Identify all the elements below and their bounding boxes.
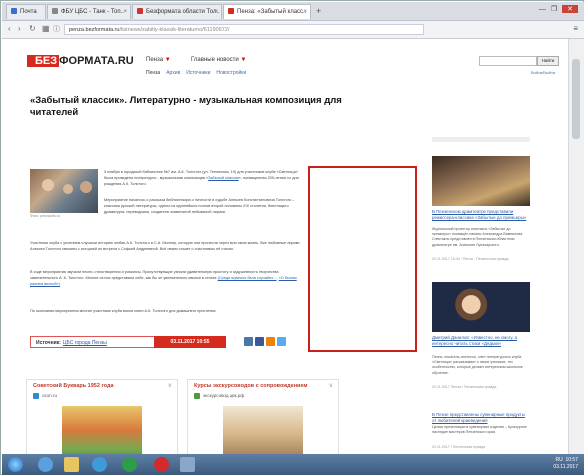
site-favicon-icon bbox=[228, 8, 234, 15]
caret-down-icon: ▼ bbox=[164, 57, 171, 63]
scrollbar-thumb[interactable] bbox=[572, 59, 580, 139]
vertical-scrollbar[interactable] bbox=[568, 39, 584, 454]
chevron-down-icon[interactable]: ∨ bbox=[168, 382, 172, 389]
menu-icon[interactable]: ≡ bbox=[573, 24, 578, 33]
app-icon[interactable] bbox=[122, 457, 137, 472]
main-news-menu[interactable]: Главные новости ▼ bbox=[191, 57, 246, 63]
subnav-item[interactable]: Пенза bbox=[146, 70, 160, 76]
photo-caption: Фото: penzacbs.ru bbox=[30, 214, 60, 218]
clock-time[interactable]: 10:57 bbox=[565, 457, 578, 463]
card-image[interactable] bbox=[62, 406, 142, 460]
site-favicon-icon bbox=[137, 8, 143, 15]
card-title[interactable]: Советский Букварь 1952 года bbox=[33, 383, 114, 389]
windows-taskbar: RU 10:57 03.11.2017 bbox=[2, 454, 584, 475]
window-controls: — ❐ ✕ bbox=[534, 5, 578, 13]
publish-date: 03.11.2017 10:55 bbox=[154, 336, 226, 348]
language-indicator[interactable]: RU bbox=[555, 457, 562, 463]
start-button-icon[interactable] bbox=[8, 457, 23, 472]
grid-icon[interactable]: ▦ bbox=[42, 24, 50, 33]
subnav-item[interactable]: Источники bbox=[186, 70, 210, 76]
sidebar-news-image[interactable] bbox=[432, 156, 530, 206]
reload-icon[interactable]: ↻ bbox=[29, 24, 36, 33]
site-favicon-icon bbox=[52, 8, 58, 15]
subnav-item[interactable]: Новостройки bbox=[216, 70, 246, 76]
article-paragraph: 3 ноября в городской библиотеке №7 им. А… bbox=[104, 170, 299, 187]
search-input[interactable] bbox=[479, 56, 537, 66]
source-link[interactable]: ЦБС города Пензы bbox=[63, 340, 107, 346]
article-photo[interactable] bbox=[30, 169, 98, 213]
twitter-share-icon[interactable] bbox=[277, 337, 286, 346]
login-link[interactable]: Войти/Выйти bbox=[531, 70, 555, 75]
sidebar-news-link[interactable]: В Пензенском драмтеатре представили режи… bbox=[432, 209, 530, 220]
tab-bar: Почта ФБУ ЦБС - Танк - Топ.. × Безформата… bbox=[2, 2, 584, 21]
app-window-icon[interactable] bbox=[180, 457, 195, 472]
browser-window: Почта ФБУ ЦБС - Танк - Топ.. × Безформата… bbox=[0, 0, 584, 475]
media-player-icon[interactable] bbox=[92, 457, 107, 472]
tab-mail[interactable]: Почта bbox=[6, 4, 46, 19]
sidebar-news-date: 03.11.2017 10:44 / Пенза - Пензенская пр… bbox=[432, 257, 509, 261]
close-window-icon[interactable]: ✕ bbox=[562, 5, 578, 13]
address-bar: ‹ › ↻ ▦ ⓘ penza.bezformata.ru/listnews/z… bbox=[2, 21, 584, 39]
article-title: «Забытый классик». Литературно - музыкал… bbox=[30, 95, 342, 118]
card-domain: ozon.ru bbox=[42, 393, 58, 398]
card-title[interactable]: Курсы экскурсоводов с сопровождением bbox=[194, 383, 308, 389]
chevron-down-icon[interactable]: ∨ bbox=[329, 382, 333, 389]
sidebar-news-date: 03.11.2017 / Пензенская правда bbox=[432, 445, 486, 449]
article-paragraph: Мероприятие началось с рассказа библиоте… bbox=[104, 198, 295, 215]
clock-date: 03.11.2017 bbox=[553, 464, 578, 470]
close-tab-icon[interactable]: × bbox=[123, 5, 127, 19]
recommendation-card[interactable]: Советский Букварь 1952 года ∨ ozon.ru bbox=[26, 379, 178, 461]
system-tray[interactable]: RU 10:57 03.11.2017 bbox=[553, 457, 578, 471]
facebook-share-icon[interactable] bbox=[255, 337, 264, 346]
close-tab-icon[interactable]: × bbox=[303, 5, 307, 19]
vk-share-icon[interactable] bbox=[244, 337, 253, 346]
card-image[interactable] bbox=[223, 406, 303, 460]
city-selector[interactable]: Пенза ▼ bbox=[146, 57, 171, 63]
maximize-icon[interactable]: ❐ bbox=[551, 5, 557, 13]
sidebar-header bbox=[432, 137, 530, 142]
minimize-icon[interactable]: — bbox=[539, 6, 546, 13]
mail-favicon-icon bbox=[11, 8, 17, 15]
sidebar-news-text: Песни, писатель-поэтесса, член литератур… bbox=[432, 355, 523, 375]
article-inline-link[interactable]: (Среди шумного бала случайно... bbox=[218, 276, 277, 280]
article-inline-link[interactable]: Забытый классик bbox=[208, 176, 239, 180]
sidebar-news-text: Целью презентации в сувенирные изделия –… bbox=[432, 425, 527, 435]
subnav-item[interactable]: Архив bbox=[166, 70, 180, 76]
ie-icon[interactable] bbox=[38, 457, 53, 472]
article-paragraph: В ходе мероприятия звучали песни, стихот… bbox=[30, 270, 297, 287]
sidebar-news-link[interactable]: Дмитрий Данилов: «Известно, не смогу, а … bbox=[432, 335, 530, 346]
sidebar-news-link[interactable]: В Пензе представлены сувенирные продукты… bbox=[432, 412, 530, 423]
caret-down-icon: ▼ bbox=[240, 57, 247, 63]
sub-navigation: Пенза Архив Источники Новостройки bbox=[146, 70, 252, 76]
opera-icon[interactable] bbox=[154, 457, 169, 472]
article-paragraph: Участники клуба с упоением слушали истор… bbox=[30, 241, 300, 252]
advertisement-frame[interactable] bbox=[308, 166, 417, 352]
sidebar-news-image[interactable] bbox=[432, 282, 530, 332]
sidebar-news-date: 03.11.2017 Пенза / Пензенская правда bbox=[432, 385, 497, 389]
recommendation-card[interactable]: Курсы экскурсоводов с сопровождением ∨ э… bbox=[187, 379, 339, 461]
url-input[interactable]: penza.bezformata.ru/listnews/zabitiy-kla… bbox=[64, 24, 424, 35]
site-logo[interactable]: БЕЗ ФОРМАТА.RU bbox=[27, 54, 134, 68]
site-favicon-icon bbox=[33, 393, 39, 399]
search-button[interactable]: Найти bbox=[537, 56, 559, 66]
tab-bezformata-region[interactable]: Безформата области Тол.. × bbox=[132, 4, 222, 19]
close-tab-icon[interactable]: × bbox=[214, 5, 218, 19]
lock-icon: ⓘ bbox=[53, 26, 60, 33]
site-favicon-icon bbox=[194, 393, 200, 399]
tab-active-article[interactable]: Пенза: «Забытый класс.. × bbox=[223, 4, 311, 19]
card-domain: экскурсовод.цвк.рф bbox=[203, 393, 245, 398]
new-tab-button[interactable]: + bbox=[316, 5, 321, 17]
back-icon[interactable]: ‹ bbox=[8, 24, 11, 33]
article-paragraph: По окончании мероприятия многие участник… bbox=[30, 309, 217, 313]
odnoklassniki-share-icon[interactable] bbox=[266, 337, 275, 346]
tab-cbs[interactable]: ФБУ ЦБС - Танк - Топ.. × bbox=[47, 4, 131, 19]
sidebar-news-text: Журнальный проектор спектакля «Забытые д… bbox=[432, 227, 524, 247]
folder-icon[interactable] bbox=[64, 457, 79, 472]
forward-icon[interactable]: › bbox=[18, 24, 21, 33]
